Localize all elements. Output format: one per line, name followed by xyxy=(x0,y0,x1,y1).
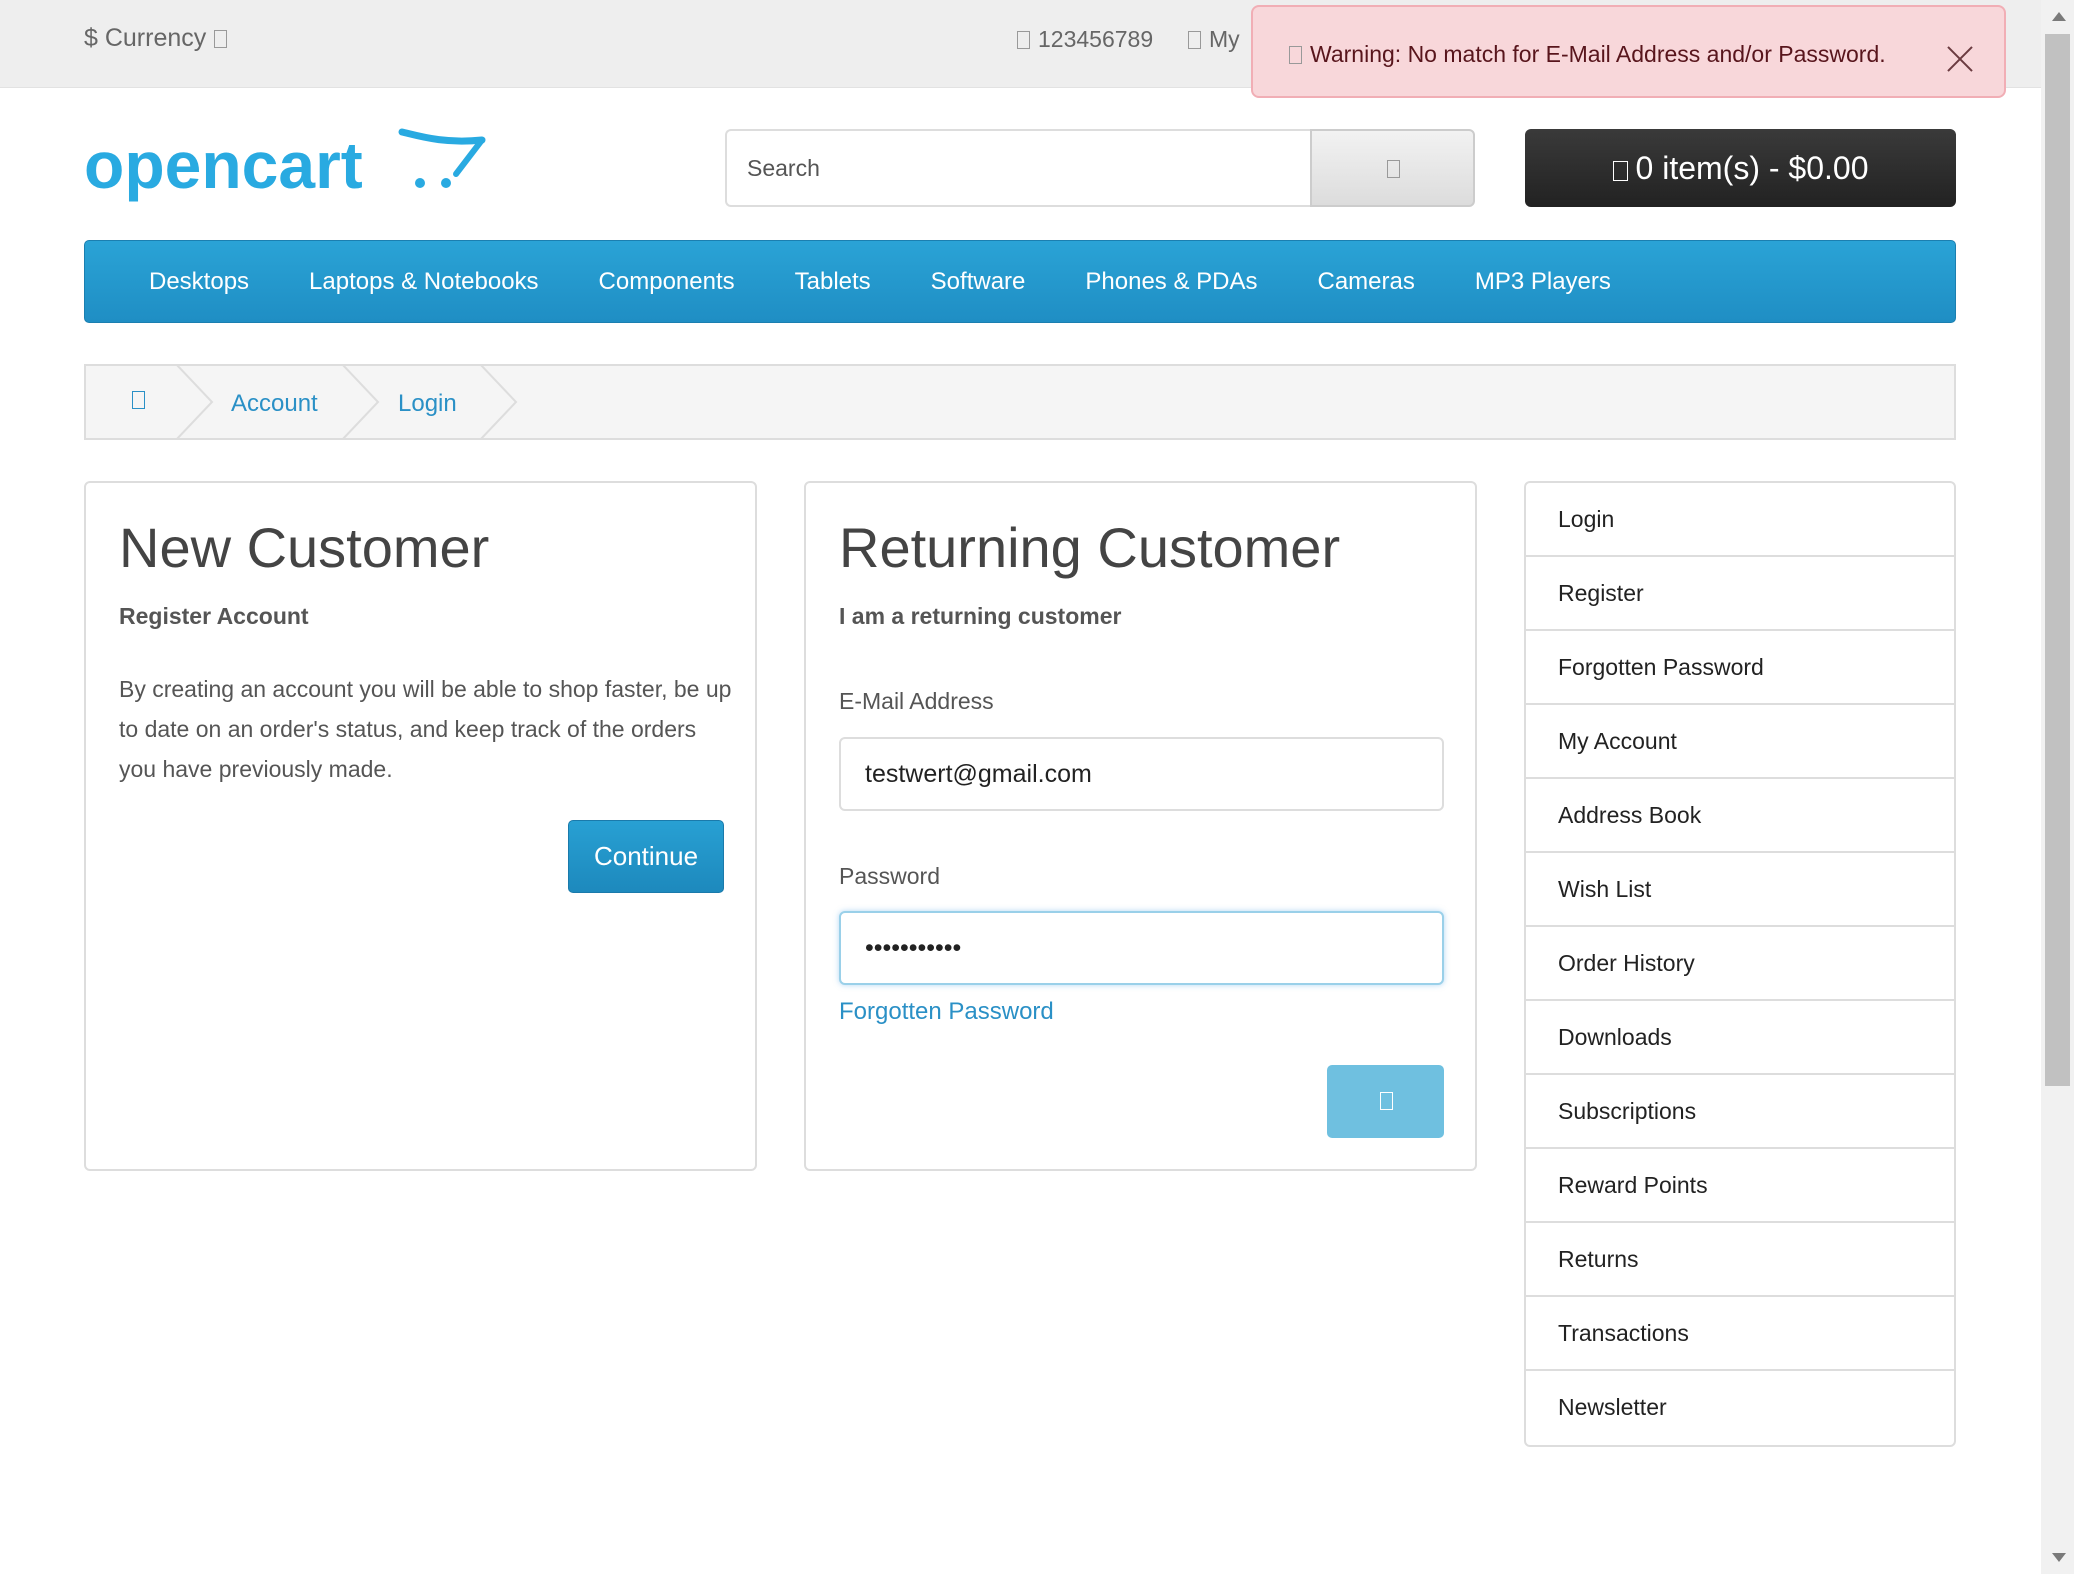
search-input[interactable] xyxy=(727,131,1310,205)
breadcrumb-separator xyxy=(479,364,518,440)
password-field[interactable] xyxy=(841,913,1442,983)
search-icon xyxy=(1387,160,1400,178)
email-field-box xyxy=(839,737,1444,811)
sidebar-item-downloads[interactable]: Downloads xyxy=(1526,1001,1954,1075)
continue-button[interactable]: Continue xyxy=(568,820,724,893)
phone-number: 123456789 xyxy=(1038,26,1154,52)
sidebar-item-returns[interactable]: Returns xyxy=(1526,1223,1954,1297)
phone-icon xyxy=(1017,31,1030,49)
new-customer-title: New Customer xyxy=(119,516,490,579)
breadcrumb-login[interactable]: Login xyxy=(398,390,457,418)
sidebar-item-transactions[interactable]: Transactions xyxy=(1526,1297,1954,1371)
breadcrumb-separator xyxy=(175,364,214,440)
opencart-logo[interactable]: opencart xyxy=(84,126,489,208)
menu-item-components[interactable]: Components xyxy=(599,241,735,322)
sidebar-item-newsletter[interactable]: Newsletter xyxy=(1526,1371,1954,1445)
password-label: Password xyxy=(839,863,940,889)
phone-link[interactable]: 123456789 xyxy=(1017,26,1153,53)
email-field[interactable] xyxy=(841,739,1442,809)
warning-alert: Warning: No match for E-Mail Address and… xyxy=(1251,5,2006,98)
breadcrumb: Account Login xyxy=(84,364,1956,440)
scroll-up-arrow-icon[interactable] xyxy=(2052,12,2066,21)
sidebar-item-wish-list[interactable]: Wish List xyxy=(1526,853,1954,927)
cart-button[interactable]: 0 item(s) - $0.00 xyxy=(1525,129,1956,207)
cart-handle-shape xyxy=(398,128,486,145)
home-icon xyxy=(132,391,145,409)
main-menu: Desktops Laptops & Notebooks Components … xyxy=(84,240,1956,323)
sidebar-item-reward-points[interactable]: Reward Points xyxy=(1526,1149,1954,1223)
cart-wheel-left xyxy=(415,178,425,188)
sidebar-item-subscriptions[interactable]: Subscriptions xyxy=(1526,1075,1954,1149)
logo-text: opencart xyxy=(84,128,363,202)
returning-customer-panel: Returning Customer I am a returning cust… xyxy=(804,481,1477,1171)
caret-down-icon xyxy=(214,30,228,48)
forgotten-password-link[interactable]: Forgotten Password xyxy=(839,998,1054,1026)
alert-message: Warning: No match for E-Mail Address and… xyxy=(1310,41,1886,67)
password-field-box xyxy=(839,911,1444,985)
sidebar-item-address-book[interactable]: Address Book xyxy=(1526,779,1954,853)
currency-label: $ Currency xyxy=(84,24,207,52)
register-account-heading: Register Account xyxy=(119,603,309,629)
shopping-cart-icon xyxy=(1612,161,1628,181)
exclamation-circle-icon xyxy=(1289,46,1302,64)
scroll-down-arrow-icon[interactable] xyxy=(2052,1553,2066,1562)
currency-dropdown[interactable]: $ Currency xyxy=(84,24,228,53)
menu-item-mp3[interactable]: MP3 Players xyxy=(1475,241,1611,322)
sign-in-icon xyxy=(1380,1092,1393,1110)
account-sidebar: Login Register Forgotten Password My Acc… xyxy=(1524,481,1956,1447)
my-account-label: My xyxy=(1209,26,1240,52)
search-button[interactable] xyxy=(1310,129,1475,207)
user-icon xyxy=(1188,31,1201,49)
breadcrumb-separator xyxy=(341,364,380,440)
search-box xyxy=(725,129,1310,207)
sidebar-item-order-history[interactable]: Order History xyxy=(1526,927,1954,1001)
cart-basket-shape xyxy=(453,137,485,177)
page-scrollbar[interactable] xyxy=(2041,0,2074,1574)
alert-message-row: Warning: No match for E-Mail Address and… xyxy=(1289,41,1886,68)
menu-item-phones[interactable]: Phones & PDAs xyxy=(1085,241,1257,322)
sidebar-item-register[interactable]: Register xyxy=(1526,557,1954,631)
breadcrumb-account[interactable]: Account xyxy=(231,390,318,418)
cart-wheel-right xyxy=(441,178,451,188)
breadcrumb-home[interactable] xyxy=(132,391,153,412)
sidebar-item-login[interactable]: Login xyxy=(1526,483,1954,557)
returning-customer-subtitle: I am a returning customer xyxy=(839,603,1122,629)
sidebar-item-my-account[interactable]: My Account xyxy=(1526,705,1954,779)
menu-item-desktops[interactable]: Desktops xyxy=(149,241,249,322)
cart-label: 0 item(s) - $0.00 xyxy=(1635,150,1869,186)
menu-item-tablets[interactable]: Tablets xyxy=(795,241,871,322)
sidebar-item-forgotten-password[interactable]: Forgotten Password xyxy=(1526,631,1954,705)
my-account-link[interactable]: My xyxy=(1188,26,1240,53)
new-customer-description: By creating an account you will be able … xyxy=(119,676,732,782)
close-icon[interactable] xyxy=(1946,45,1974,73)
email-label: E-Mail Address xyxy=(839,688,994,714)
menu-item-software[interactable]: Software xyxy=(931,241,1026,322)
new-customer-panel: New Customer Register Account By creatin… xyxy=(84,481,757,1171)
scrollbar-thumb[interactable] xyxy=(2045,34,2070,1086)
returning-customer-title: Returning Customer xyxy=(839,516,1341,579)
menu-item-laptops[interactable]: Laptops & Notebooks xyxy=(309,241,539,322)
login-button[interactable] xyxy=(1327,1065,1444,1138)
menu-item-cameras[interactable]: Cameras xyxy=(1317,241,1414,322)
